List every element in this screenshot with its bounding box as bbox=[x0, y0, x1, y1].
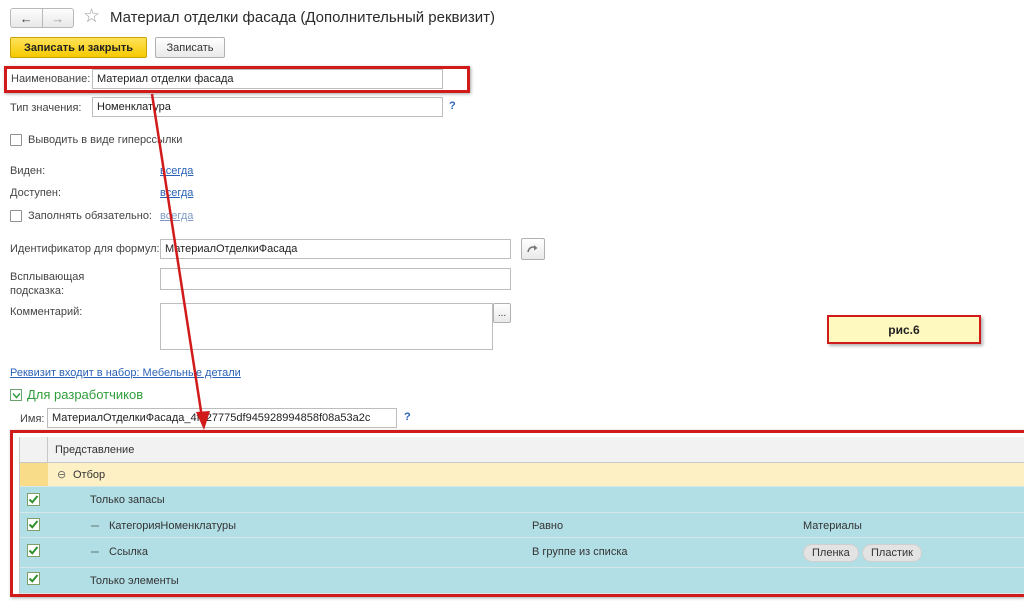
visible-link[interactable]: всегда bbox=[160, 165, 193, 177]
refresh-icon bbox=[527, 245, 538, 253]
grid-highlight-box bbox=[10, 430, 1024, 597]
hyperlink-label: Выводить в виде гиперссылки bbox=[28, 134, 183, 146]
hyperlink-checkbox[interactable] bbox=[10, 134, 22, 146]
dev-name-input[interactable]: МатериалОтделкиФасада_4fb27775df94592899… bbox=[47, 408, 397, 428]
type-input[interactable]: Номенклатура bbox=[92, 97, 443, 117]
formula-id-label: Идентификатор для формул: bbox=[10, 243, 160, 255]
tooltip-label-line1: Всплывающая bbox=[10, 271, 85, 283]
type-label: Тип значения: bbox=[10, 102, 82, 114]
tooltip-label: Всплывающая подсказка: bbox=[10, 270, 84, 298]
comment-more-button[interactable]: ... bbox=[493, 303, 511, 323]
comment-label: Комментарий: bbox=[10, 306, 83, 318]
dev-name-label: Имя: bbox=[20, 413, 45, 425]
visible-label: Виден: bbox=[10, 165, 46, 177]
page-title: Материал отделки фасада (Дополнительный … bbox=[110, 9, 495, 26]
name-input[interactable]: Материал отделки фасада bbox=[92, 69, 443, 89]
figure-label: рис.6 bbox=[827, 315, 981, 344]
star-icon[interactable]: ☆ bbox=[83, 6, 100, 28]
name-label: Наименование: bbox=[11, 73, 91, 85]
developers-collapse-icon[interactable] bbox=[10, 389, 22, 401]
type-help-icon[interactable]: ? bbox=[449, 100, 456, 112]
required-label: Заполнять обязательно: bbox=[28, 210, 152, 222]
required-checkbox[interactable] bbox=[10, 210, 22, 222]
refresh-id-button[interactable] bbox=[521, 238, 545, 260]
tooltip-input[interactable] bbox=[160, 268, 511, 290]
comment-textarea[interactable] bbox=[160, 303, 493, 350]
available-link[interactable]: всегда bbox=[160, 187, 193, 199]
developers-section-title[interactable]: Для разработчиков bbox=[27, 387, 143, 402]
save-and-close-button[interactable]: Записать и закрыть bbox=[10, 37, 147, 58]
save-button[interactable]: Записать bbox=[155, 37, 225, 58]
forward-arrow-icon[interactable]: → bbox=[41, 9, 74, 27]
required-link[interactable]: всегда bbox=[160, 210, 193, 222]
available-label: Доступен: bbox=[10, 187, 62, 199]
formula-id-input[interactable]: МатериалОтделкиФасада bbox=[160, 239, 511, 259]
navigation-buttons: ← → bbox=[10, 8, 74, 28]
back-arrow-icon[interactable]: ← bbox=[11, 9, 42, 27]
tooltip-label-line2: подсказка: bbox=[10, 285, 65, 297]
attribute-set-link[interactable]: Реквизит входит в набор: Мебельные детал… bbox=[10, 367, 241, 379]
dev-name-help-icon[interactable]: ? bbox=[404, 411, 411, 423]
